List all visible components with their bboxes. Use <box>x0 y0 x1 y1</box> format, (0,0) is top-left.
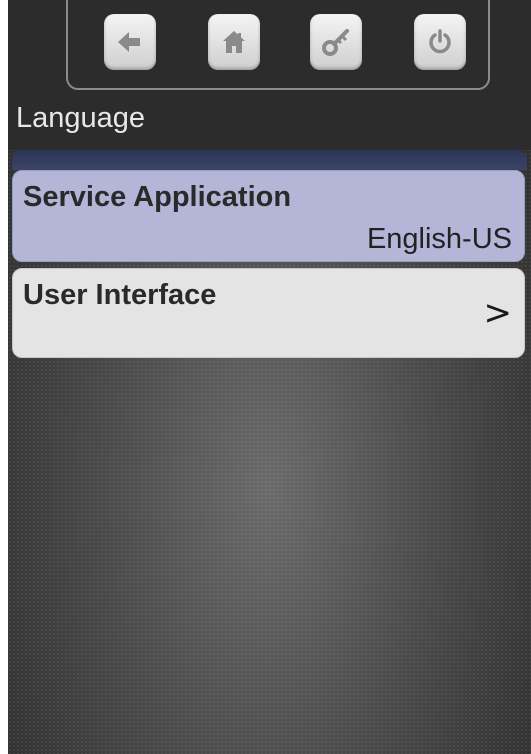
key-button[interactable] <box>310 14 362 70</box>
service-application-item[interactable]: Service Application English-US <box>12 170 525 262</box>
user-interface-item[interactable]: User Interface > <box>12 268 525 358</box>
back-button[interactable] <box>104 14 156 70</box>
key-icon <box>322 29 349 56</box>
service-application-value: English-US <box>366 223 512 255</box>
toolbar <box>66 0 490 90</box>
user-interface-label: User Interface <box>23 279 217 311</box>
service-application-label: Service Application <box>23 181 292 213</box>
back-arrow-icon <box>118 32 140 52</box>
power-icon <box>429 29 451 54</box>
home-button[interactable] <box>208 14 260 70</box>
page-title: Language <box>16 102 146 134</box>
header-bar: Language <box>8 0 531 150</box>
home-icon <box>223 31 245 53</box>
chevron-right-icon: > <box>483 293 513 333</box>
power-button[interactable] <box>414 14 466 70</box>
screen: Language Service Application English-US … <box>8 0 531 754</box>
list-top-band <box>12 150 527 170</box>
